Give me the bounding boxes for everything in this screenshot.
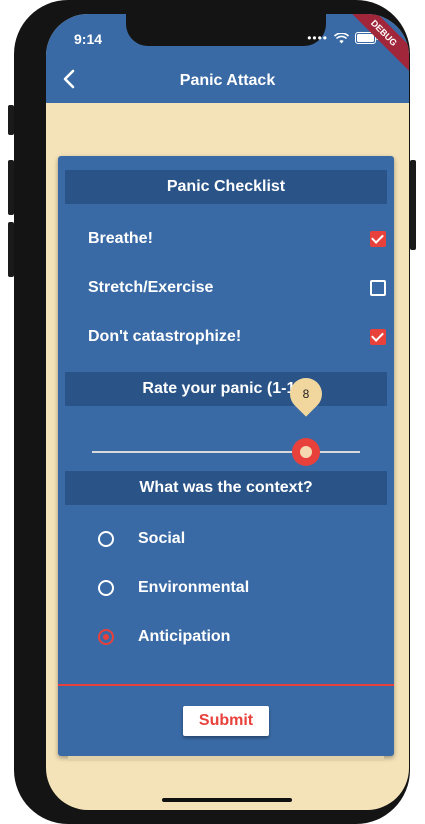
home-indicator <box>162 798 292 802</box>
status-icons: •••• <box>307 31 379 45</box>
slider-value-label: 8 <box>302 387 310 401</box>
social-radio[interactable] <box>98 531 114 547</box>
breathe-checkbox[interactable] <box>370 231 386 247</box>
checklist-item-label: Breathe! <box>88 230 153 247</box>
catastrophize-checkbox[interactable] <box>370 329 386 345</box>
context-option-anticipation[interactable]: Anticipation <box>98 625 348 649</box>
radio-label: Social <box>138 530 186 547</box>
stretch-checkbox[interactable] <box>370 280 386 296</box>
card-underlay <box>68 756 384 761</box>
panic-slider-thumb[interactable] <box>292 438 320 466</box>
checklist-item-label: Stretch/Exercise <box>88 279 214 296</box>
notch <box>126 14 326 46</box>
context-option-social[interactable]: Social <box>98 527 348 551</box>
anticipation-radio[interactable] <box>98 629 114 645</box>
panic-form-card: Panic Checklist Breathe! Stretch/Exercis… <box>58 156 394 756</box>
radio-label: Environmental <box>138 579 250 596</box>
debug-banner: DEBUG <box>338 14 409 79</box>
app-screen: 9:14 •••• DEBUG Panic Attack Panic Check… <box>46 14 409 810</box>
checklist-item-catastrophize[interactable]: Don't catastrophize! <box>88 325 386 349</box>
radio-selected-dot <box>103 634 109 640</box>
checklist-header: Panic Checklist <box>65 170 387 204</box>
signal-icon: •••• <box>307 31 328 45</box>
page-title: Panic Attack <box>179 72 276 89</box>
checklist-item-label: Don't catastrophize! <box>88 328 242 345</box>
slider-thumb-center <box>300 446 312 458</box>
rating-header: Rate your panic (1-10) <box>65 372 387 406</box>
app-bar: 9:14 •••• DEBUG Panic Attack <box>46 14 409 103</box>
check-icon <box>371 231 384 244</box>
context-option-environmental[interactable]: Environmental <box>98 576 348 600</box>
environmental-radio[interactable] <box>98 580 114 596</box>
radio-label: Anticipation <box>138 628 231 645</box>
status-time: 9:14 <box>74 31 103 47</box>
check-icon <box>371 329 384 342</box>
submit-button[interactable]: Submit <box>183 706 269 736</box>
checklist-item-breathe[interactable]: Breathe! <box>88 227 386 251</box>
checklist-item-stretch[interactable]: Stretch/Exercise <box>88 276 386 300</box>
form-divider <box>58 684 394 686</box>
context-header: What was the context? <box>65 471 387 505</box>
wifi-icon <box>334 32 349 43</box>
phone-frame: 9:14 •••• DEBUG Panic Attack Panic Check… <box>14 0 410 824</box>
power-button <box>410 160 416 250</box>
